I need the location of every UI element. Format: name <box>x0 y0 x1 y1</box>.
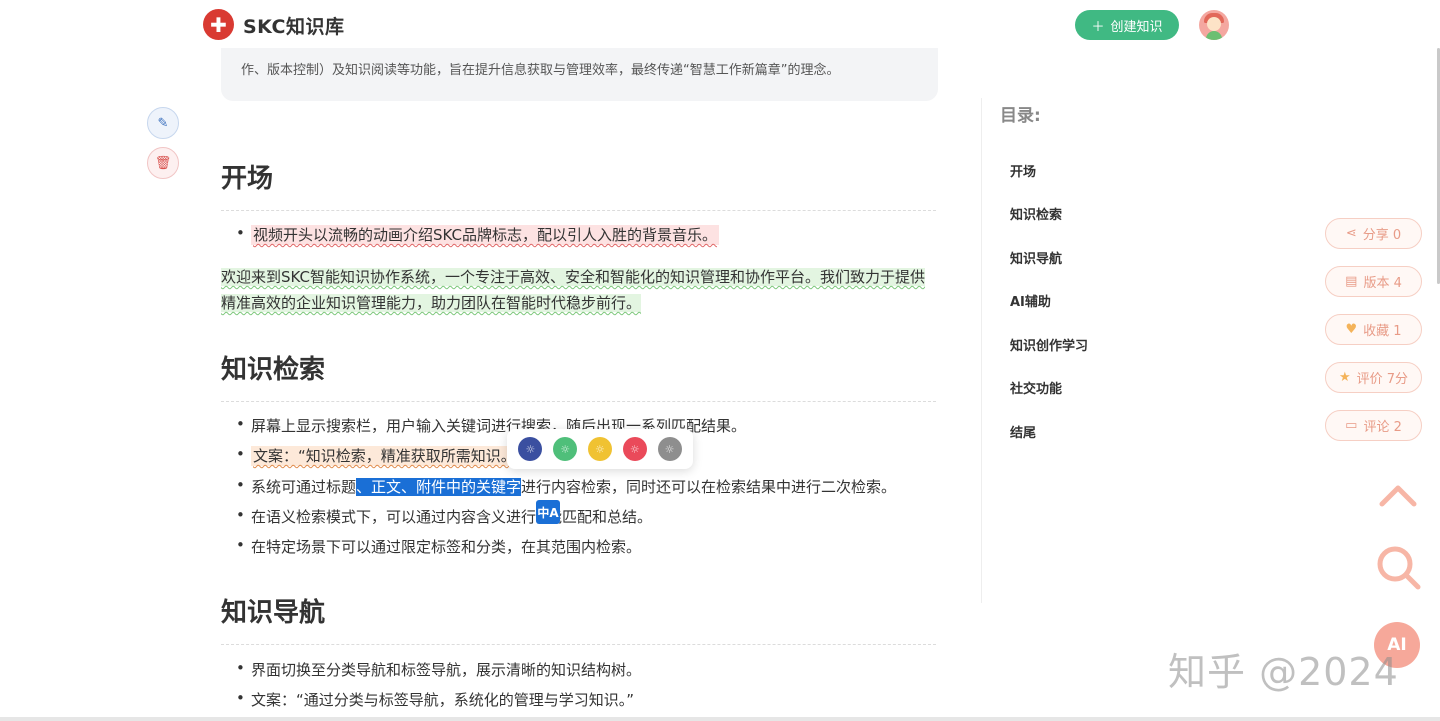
toc-item-search[interactable]: 知识检索 <box>1010 204 1062 223</box>
star-icon: ★ <box>1338 370 1351 385</box>
sun-icon: ☼ <box>525 442 536 456</box>
highlight-color-blue[interactable]: ☼ <box>518 437 543 461</box>
trash-icon: 🗑 <box>154 155 172 171</box>
edit-button[interactable]: ✎ <box>147 107 179 139</box>
share-label: 分享 0 <box>1362 228 1402 243</box>
toc-divider <box>981 98 982 603</box>
sun-icon: ☼ <box>560 442 571 456</box>
list-item-text-post[interactable]: 进行内容检索，同时还可以在检索结果中进行二次检索。 <box>521 478 896 496</box>
list-item: 系统可通过标题、正文、附件中的关键字进行内容检索，同时还可以在检索结果中进行二次… <box>236 476 896 497</box>
list-item-text-pre[interactable]: 在语义检索模式下，可以通过内容含义进行 <box>251 508 536 526</box>
list-item-text-post[interactable]: 能匹配和总结。 <box>547 508 652 526</box>
translate-icon[interactable]: 中A <box>536 500 560 524</box>
version-label: 版本 4 <box>1363 276 1402 291</box>
version-icon: ▤ <box>1345 274 1358 289</box>
list-item-text[interactable]: 文案：“通过分类与标签导航，系统化的管理与学习知识。” <box>251 691 634 709</box>
heading-search: 知识检索 <box>221 355 326 385</box>
toc-item-social[interactable]: 社交功能 <box>1010 378 1062 397</box>
search-button[interactable] <box>1374 543 1422 591</box>
toc-item-creation-learning[interactable]: 知识创作学习 <box>1010 335 1088 354</box>
list-item-text[interactable]: 文案：“知识检索，精准获取所需知识。” <box>251 446 519 466</box>
toc-item-navigation[interactable]: 知识导航 <box>1010 248 1062 267</box>
create-knowledge-button[interactable]: ＋ 创建知识 <box>1075 10 1179 40</box>
favorite-label: 收藏 1 <box>1363 324 1402 339</box>
toc-item-opening[interactable]: 开场 <box>1010 161 1036 180</box>
section-divider <box>221 210 936 211</box>
highlight-color-red[interactable]: ☼ <box>622 437 647 461</box>
sun-icon: ☼ <box>629 442 640 456</box>
rating-label: 评价 7分 <box>1356 372 1409 387</box>
list-item-text[interactable]: 视频开头以流畅的动画介绍SKC品牌标志，配以引人入胜的背景音乐。 <box>251 225 720 245</box>
favorite-button[interactable]: ♥ 收藏 1 <box>1325 314 1422 345</box>
summary-box: 作、版本控制）及知识阅读等功能，旨在提升信息获取与管理效率，最终传递“智慧工作新… <box>221 40 938 101</box>
summary-text: 作、版本控制）及知识阅读等功能，旨在提升信息获取与管理效率，最终传递“智慧工作新… <box>241 63 840 78</box>
avatar-body <box>1206 31 1222 40</box>
plus-icon: ＋ <box>1091 19 1105 35</box>
selected-text[interactable]: 、正文、附件中的关键字 <box>356 478 522 496</box>
toc-item-ai-assist[interactable]: AI辅助 <box>1010 291 1051 310</box>
rating-button[interactable]: ★ 评价 7分 <box>1325 362 1422 393</box>
edit-icon: ✎ <box>157 115 169 131</box>
delete-button[interactable]: 🗑 <box>147 147 179 179</box>
share-icon: ⋖ <box>1345 226 1357 241</box>
heading-opening: 开场 <box>221 164 274 194</box>
opening-paragraph: 欢迎来到SKC智能知识协作系统，一个专注于高效、安全和智能化的知识管理和协作平台… <box>221 264 933 316</box>
heart-icon: ♥ <box>1345 322 1358 337</box>
comment-icon: ▭ <box>1345 418 1358 433</box>
top-header: ✚ SKC知识库 ＋ 创建知识 <box>0 0 1440 48</box>
list-item-text[interactable]: 界面切换至分类导航和标签导航，展示清晰的知识结构树。 <box>251 661 641 679</box>
sun-icon: ☼ <box>595 442 605 456</box>
sun-icon: ☼ <box>664 442 675 456</box>
section-divider <box>221 401 936 402</box>
highlight-color-toolbar: ☼ ☼ ☼ ☼ ☼ <box>507 429 693 469</box>
version-button[interactable]: ▤ 版本 4 <box>1325 266 1422 297</box>
section-divider <box>221 644 936 645</box>
list-item: 在语义检索模式下，可以通过内容含义进行能匹配和总结。 <box>236 506 652 527</box>
skc-logo-icon[interactable]: ✚ <box>203 9 234 40</box>
toc-title: 目录: <box>1000 106 1041 126</box>
watermark: 知乎 @2024 <box>1168 650 1399 694</box>
avatar-face <box>1207 17 1221 31</box>
highlight-color-yellow[interactable]: ☼ <box>587 437 612 461</box>
comment-label: 评论 2 <box>1363 420 1402 435</box>
list-item: 在特定场景下可以通过限定标签和分类，在其范围内检索。 <box>236 536 641 557</box>
list-item: 界面切换至分类导航和标签导航，展示清晰的知识结构树。 <box>236 659 641 680</box>
share-button[interactable]: ⋖ 分享 0 <box>1325 218 1422 249</box>
create-knowledge-label: 创建知识 <box>1110 19 1163 35</box>
user-avatar[interactable] <box>1199 10 1229 40</box>
search-icon <box>1377 546 1421 590</box>
brand-title[interactable]: SKC知识库 <box>243 12 345 39</box>
chevron-up-icon <box>1379 485 1417 507</box>
highlight-color-green[interactable]: ☼ <box>553 437 578 461</box>
bottom-edge <box>0 717 1440 721</box>
list-item-text-pre[interactable]: 系统可通过标题 <box>251 478 356 496</box>
comment-button[interactable]: ▭ 评论 2 <box>1325 410 1422 441</box>
list-item-text[interactable]: 在特定场景下可以通过限定标签和分类，在其范围内检索。 <box>251 538 641 556</box>
scroll-top-button[interactable] <box>1378 480 1418 510</box>
toc-item-ending[interactable]: 结尾 <box>1010 422 1036 441</box>
list-item: 文案：“通过分类与标签导航，系统化的管理与学习知识。” <box>236 689 634 710</box>
highlight-color-gray[interactable]: ☼ <box>657 437 682 461</box>
heading-navigation: 知识导航 <box>221 598 326 628</box>
paragraph-text[interactable]: 欢迎来到SKC智能知识协作系统，一个专注于高效、安全和智能化的知识管理和协作平台… <box>221 268 926 312</box>
list-item: 视频开头以流畅的动画介绍SKC品牌标志，配以引人入胜的背景音乐。 <box>236 224 720 245</box>
list-item: 文案：“知识检索，精准获取所需知识。” <box>236 445 519 466</box>
